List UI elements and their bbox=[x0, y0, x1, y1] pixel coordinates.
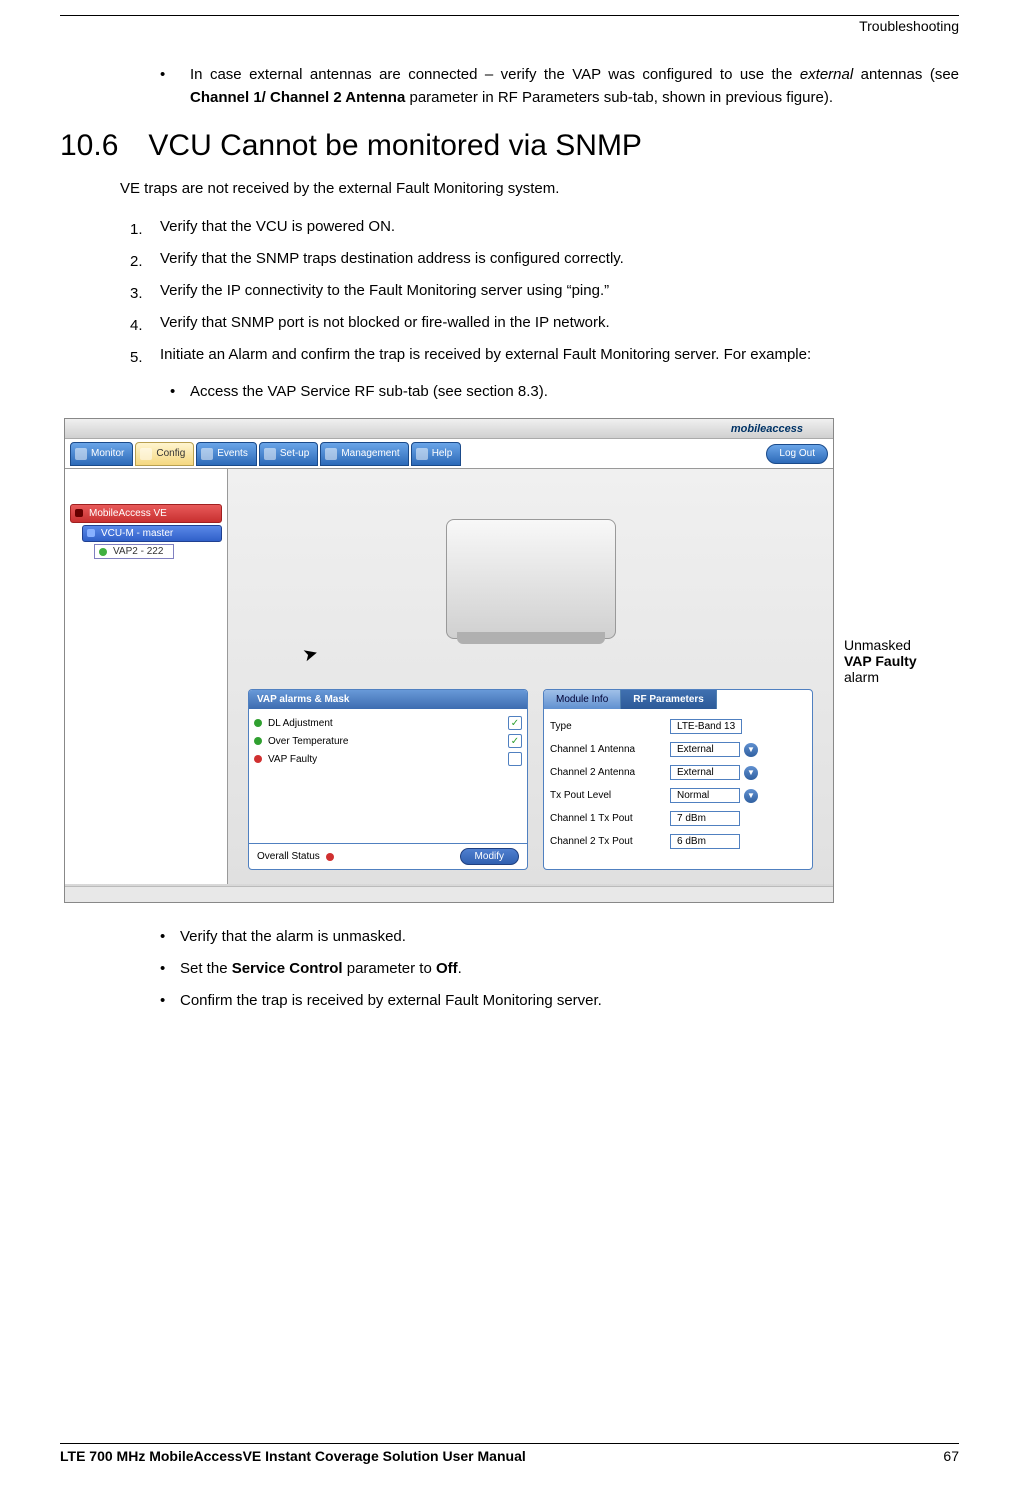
tab-help[interactable]: Help bbox=[411, 442, 462, 466]
step-5: 5.Initiate an Alarm and confirm the trap… bbox=[130, 344, 959, 371]
rf-panel: Module Info RF Parameters Type LTE-Band … bbox=[543, 689, 813, 870]
type-field: LTE-Band 13 bbox=[670, 719, 742, 734]
logout-button[interactable]: Log Out bbox=[766, 444, 828, 464]
intro-bullet: • In case external antennas are connecte… bbox=[160, 64, 959, 109]
intro-mid: antennas (see bbox=[853, 66, 959, 83]
intro-post: parameter in RF Parameters sub-tab, show… bbox=[405, 89, 833, 106]
dropdown-icon[interactable]: ▼ bbox=[744, 766, 758, 780]
help-icon bbox=[416, 448, 428, 460]
section-title: VCU Cannot be monitored via SNMP bbox=[148, 129, 642, 162]
step-3: 3.Verify the IP connectivity to the Faul… bbox=[130, 280, 959, 307]
step-4: 4.Verify that SNMP port is not blocked o… bbox=[130, 312, 959, 339]
section-number: 10.6 bbox=[60, 129, 118, 162]
app-screenshot: mobileaccess Monitor Config Events Set-u… bbox=[64, 418, 834, 903]
setup-icon bbox=[264, 448, 276, 460]
management-icon bbox=[325, 448, 337, 460]
ch1-antenna-select[interactable]: External bbox=[670, 742, 740, 757]
sidebar: MobileAccess VE VCU-M - master VAP2 - 22… bbox=[65, 469, 228, 884]
after-bullet-2: • Set the Service Control parameter to O… bbox=[160, 955, 959, 982]
tree-root[interactable]: MobileAccess VE bbox=[70, 504, 222, 523]
status-dot-icon bbox=[254, 755, 262, 763]
tree-vap[interactable]: VAP2 - 222 bbox=[94, 544, 174, 559]
header-section: Troubleshooting bbox=[60, 18, 959, 34]
after-bullet-1: • Verify that the alarm is unmasked. bbox=[160, 923, 959, 950]
intro-pre: In case external antennas are connected … bbox=[190, 66, 800, 83]
callout-annotation: Unmasked VAP Faulty alarm bbox=[844, 637, 917, 685]
page-number: 67 bbox=[943, 1448, 959, 1464]
tree-vcu[interactable]: VCU-M - master bbox=[82, 525, 222, 542]
overall-status-label: Overall Status bbox=[257, 851, 320, 862]
device-image bbox=[446, 519, 616, 639]
param-ch2-tx: Channel 2 Tx Pout 6 dBm bbox=[550, 830, 806, 853]
param-ch2-antenna: Channel 2 Antenna External ▼ bbox=[550, 761, 806, 784]
intro-italic: external bbox=[800, 66, 853, 83]
alarms-panel: VAP alarms & Mask DL Adjustment ✓ Over T… bbox=[248, 689, 528, 870]
alarms-title: VAP alarms & Mask bbox=[249, 690, 527, 709]
tab-events[interactable]: Events bbox=[196, 442, 257, 466]
sub-step: • Access the VAP Service RF sub-tab (see… bbox=[170, 381, 959, 404]
ch1-tx-field[interactable]: 7 dBm bbox=[670, 811, 740, 826]
ch2-antenna-select[interactable]: External bbox=[670, 765, 740, 780]
intro-bold: Channel 1/ Channel 2 Antenna bbox=[190, 89, 405, 106]
tx-pout-select[interactable]: Normal bbox=[670, 788, 740, 803]
tab-setup[interactable]: Set-up bbox=[259, 442, 318, 466]
param-tx-pout: Tx Pout Level Normal ▼ bbox=[550, 784, 806, 807]
after-bullet-3: • Confirm the trap is received by extern… bbox=[160, 987, 959, 1014]
subtab-rf-parameters[interactable]: RF Parameters bbox=[621, 690, 717, 709]
step-2: 2.Verify that the SNMP traps destination… bbox=[130, 248, 959, 275]
tab-monitor[interactable]: Monitor bbox=[70, 442, 133, 466]
config-icon bbox=[140, 448, 152, 460]
dropdown-icon[interactable]: ▼ bbox=[744, 789, 758, 803]
alarm-row-faulty: VAP Faulty bbox=[254, 750, 522, 768]
param-ch1-antenna: Channel 1 Antenna External ▼ bbox=[550, 738, 806, 761]
modify-button[interactable]: Modify bbox=[460, 848, 519, 865]
checkbox-faulty[interactable] bbox=[508, 752, 522, 766]
monitor-icon bbox=[75, 448, 87, 460]
checkbox-temp[interactable]: ✓ bbox=[508, 734, 522, 748]
alarm-row-temp: Over Temperature ✓ bbox=[254, 732, 522, 750]
footer-title: LTE 700 MHz MobileAccessVE Instant Cover… bbox=[60, 1448, 526, 1464]
main-panel: ➤ VAP alarms & Mask DL Adjustment ✓ bbox=[228, 469, 833, 884]
cursor-icon: ➤ bbox=[301, 642, 321, 666]
param-ch1-tx: Channel 1 Tx Pout 7 dBm bbox=[550, 807, 806, 830]
status-dot-icon bbox=[254, 737, 262, 745]
status-dot-icon bbox=[254, 719, 262, 727]
ch2-tx-field[interactable]: 6 dBm bbox=[670, 834, 740, 849]
status-dot-icon bbox=[326, 853, 334, 861]
checkbox-dl[interactable]: ✓ bbox=[508, 716, 522, 730]
logo: mobileaccess bbox=[731, 423, 803, 435]
alarm-row-dl: DL Adjustment ✓ bbox=[254, 714, 522, 732]
section-heading: 10.6 VCU Cannot be monitored via SNMP bbox=[60, 129, 959, 163]
subtab-module-info[interactable]: Module Info bbox=[544, 690, 621, 709]
tab-management[interactable]: Management bbox=[320, 442, 408, 466]
events-icon bbox=[201, 448, 213, 460]
dropdown-icon[interactable]: ▼ bbox=[744, 743, 758, 757]
step-1: 1.Verify that the VCU is powered ON. bbox=[130, 216, 959, 243]
tab-config[interactable]: Config bbox=[135, 442, 194, 466]
param-type: Type LTE-Band 13 bbox=[550, 715, 806, 738]
sidebar-scrollbar[interactable] bbox=[65, 886, 833, 902]
lead-text: VE traps are not received by the externa… bbox=[120, 178, 959, 201]
nav-bar: Monitor Config Events Set-up Management … bbox=[65, 439, 833, 469]
